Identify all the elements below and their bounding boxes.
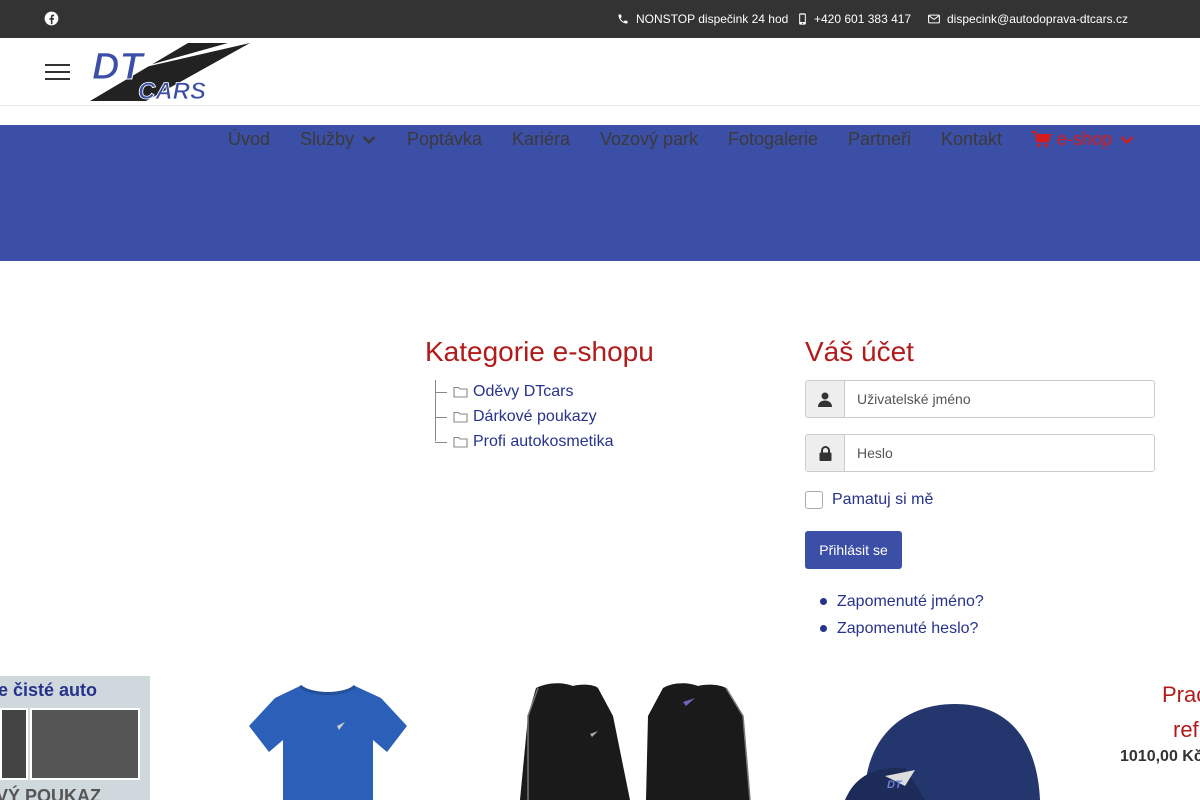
username-field-group [805,380,1155,418]
phone-icon [618,14,628,24]
phone-link[interactable]: +420 601 383 417 [798,0,911,38]
remember-checkbox[interactable] [805,491,823,509]
header: DT CARS [0,38,1200,106]
nav-item-poptavka[interactable]: Poptávka [407,129,482,150]
username-input[interactable] [845,381,1154,417]
envelope-icon [928,14,940,24]
account-links: Zapomenuté jméno? Zapomenuté heslo? [820,588,984,642]
remember-label: Pamatuj si mě [832,491,934,508]
chevron-down-icon [1120,135,1134,144]
nav-item-sluzby[interactable]: Služby [300,129,376,150]
category-item: Profi autokosmetika [435,430,614,454]
forgot-username-link[interactable]: Zapomenuté jméno? [837,593,984,611]
category-link-odevy[interactable]: Oděvy DTcars [473,383,573,401]
email-link[interactable]: dispecink@autodoprava-dtcars.cz [928,0,1128,38]
categories-title: Kategorie e-shopu [425,336,654,367]
nav-item-fotogalerie[interactable]: Fotogalerie [728,129,818,150]
product-title-line1: Prac [1162,682,1200,707]
nav-item-partneri[interactable]: Partneři [848,129,911,150]
voucher-photo [30,708,140,780]
account-title: Váš účet [805,336,914,367]
main-nav: Úvod Služby Poptávka Kariéra Vozový park… [0,125,1200,151]
cap-logo-text: DT [887,779,903,791]
product-title-partial[interactable]: Prac refl [1120,677,1200,747]
folder-icon [453,386,468,398]
nav-item-eshop[interactable]: e-shop [1032,129,1134,150]
facebook-icon[interactable] [44,11,60,27]
nav-item-kariera[interactable]: Kariéra [512,129,570,150]
dispatch-info: NONSTOP dispečink 24 hod [617,0,788,38]
category-link-autokosmetika[interactable]: Profi autokosmetika [473,433,614,451]
lock-icon [806,435,845,471]
voucher-photo [0,708,28,780]
forgot-password-link[interactable]: Zapomenuté heslo? [837,620,978,638]
nav-item-sluzby-label: Služby [300,129,355,149]
category-item: Oděvy DTcars [435,380,573,404]
top-bar: NONSTOP dispečink 24 hod +420 601 383 41… [0,0,1200,38]
nav-item-eshop-label: e-shop [1057,129,1113,149]
voucher-caption: e čisté auto [0,680,98,700]
nav-item-kontakt[interactable]: Kontakt [941,129,1002,150]
login-button[interactable]: Přihlásit se [805,531,902,569]
phone-number: +420 601 383 417 [814,12,912,26]
product-title-line2: refl [1173,717,1200,742]
nav-item-uvod[interactable]: Úvod [228,129,270,150]
logo-text-cars: CARS [138,78,206,103]
product-price: 1010,00 Kč [1120,748,1200,765]
product-tshirt-image[interactable] [245,676,410,800]
category-item: Dárkové poukazy [435,405,597,429]
cart-icon [1032,131,1052,148]
folder-icon [453,436,468,448]
category-link-poukazy[interactable]: Dárkové poukazy [473,408,597,426]
logo[interactable]: DT CARS [88,41,253,108]
password-input[interactable] [845,435,1154,471]
folder-icon [453,411,468,423]
remember-me[interactable]: Pamatuj si mě [805,491,933,509]
menu-icon[interactable] [45,64,70,80]
product-cap-image[interactable]: DT [845,676,1045,800]
chevron-down-icon [362,135,376,144]
product-vest-image[interactable] [518,676,753,800]
mobile-icon [799,13,806,25]
product-voucher-image[interactable]: e čisté auto VÝ POUKAZ [0,676,150,800]
password-field-group [805,434,1155,472]
nav-item-vozovy-park[interactable]: Vozový park [600,129,698,150]
user-icon [806,381,845,417]
voucher-caption-bottom: VÝ POUKAZ [0,786,102,800]
dispatch-label: NONSTOP dispečink 24 hod [636,12,789,26]
email-address: dispecink@autodoprava-dtcars.cz [947,12,1128,26]
